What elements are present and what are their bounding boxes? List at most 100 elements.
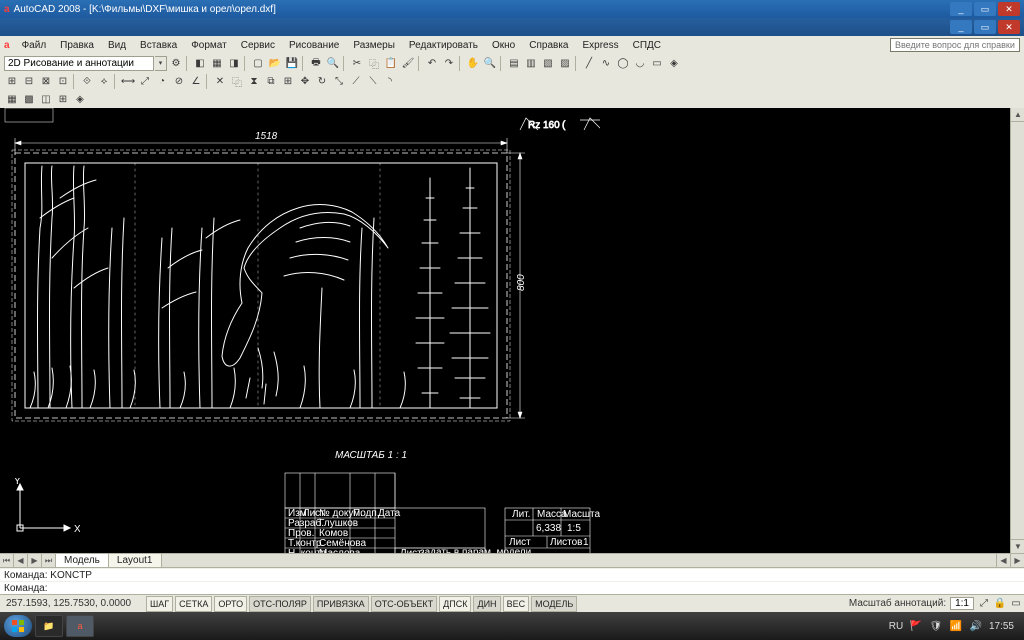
toolbar-button[interactable]: ⟐ (79, 74, 95, 89)
toolbar-button[interactable]: ▤ (506, 56, 522, 71)
menu-edit[interactable]: Правка (54, 39, 100, 52)
dim-linear-icon[interactable]: ⟷ (120, 74, 136, 89)
status-model[interactable]: МОДЕЛЬ (531, 596, 577, 612)
pan-icon[interactable]: ✋ (465, 56, 481, 71)
redo-icon[interactable]: ↷ (441, 56, 457, 71)
menu-window[interactable]: Окно (486, 39, 521, 52)
tray-flag-icon[interactable]: 🚩 (909, 619, 923, 633)
copy-obj-icon[interactable]: ⿻ (229, 74, 245, 89)
rect-icon[interactable]: ▭ (649, 56, 665, 71)
menu-help[interactable]: Справка (523, 39, 574, 52)
tray-volume-icon[interactable]: 🔊 (969, 619, 983, 633)
undo-icon[interactable]: ↶ (424, 56, 440, 71)
maximize-button[interactable]: ▭ (974, 2, 996, 16)
hscroll-left-icon[interactable]: ◀ (996, 554, 1010, 568)
toolbar-button[interactable]: ▦ (4, 92, 20, 107)
status-grid[interactable]: СЕТКА (175, 596, 212, 612)
minimize-button[interactable]: _ (950, 2, 972, 16)
menu-modify[interactable]: Редактировать (403, 39, 484, 52)
status-osnap[interactable]: ПРИВЯЗКА (313, 596, 369, 612)
cut-icon[interactable]: ✂ (349, 56, 365, 71)
toolbar-button[interactable]: ◈ (666, 56, 682, 71)
menu-view[interactable]: Вид (102, 39, 132, 52)
workspace-dropdown-arrow-icon[interactable]: ▾ (155, 56, 167, 71)
tray-shield-icon[interactable]: 🛡 (929, 619, 943, 633)
array-icon[interactable]: ⊞ (280, 74, 296, 89)
toolbar-button[interactable]: ⟡ (96, 74, 112, 89)
extend-icon[interactable]: ⟍ (365, 74, 381, 89)
mirror-icon[interactable]: ⧗ (246, 74, 262, 89)
tray-network-icon[interactable]: 📶 (949, 619, 963, 633)
line-icon[interactable]: ╱ (581, 56, 597, 71)
command-prompt[interactable]: Команда: (0, 581, 1024, 594)
offset-icon[interactable]: ⧉ (263, 74, 279, 89)
trim-icon[interactable]: ⟋ (348, 74, 364, 89)
dim-angular-icon[interactable]: ∠ (188, 74, 204, 89)
drawing-viewport[interactable]: Rz 160 ( ) 1518 800 (0, 108, 600, 553)
status-otrack[interactable]: ОТС-ОБЪЕКТ (371, 596, 437, 612)
circle-icon[interactable]: ◯ (615, 56, 631, 71)
gear-icon[interactable]: ⚙ (168, 56, 184, 71)
tray-clock[interactable]: 17:55 (989, 621, 1014, 632)
scale-icon[interactable]: ⤡ (331, 74, 347, 89)
menu-express[interactable]: Express (576, 39, 624, 52)
erase-icon[interactable]: ✕ (212, 74, 228, 89)
zoom-icon[interactable]: 🔍 (482, 56, 498, 71)
toolbar-button[interactable]: ◧ (192, 56, 208, 71)
workspace-dropdown[interactable] (4, 56, 154, 71)
toolbar-button[interactable]: ▩ (21, 92, 37, 107)
tab-prev-icon[interactable]: ◀ (14, 554, 28, 568)
tab-layout1[interactable]: Layout1 (109, 554, 162, 568)
tab-last-icon[interactable]: ⏭ (42, 554, 56, 568)
open-icon[interactable]: 📂 (267, 56, 283, 71)
mdi-restore-button[interactable]: ▭ (974, 20, 996, 34)
save-icon[interactable]: 💾 (284, 56, 300, 71)
dim-aligned-icon[interactable]: ⤢ (137, 74, 153, 89)
status-icon[interactable]: 🔒 (992, 596, 1008, 611)
mdi-close-button[interactable]: ✕ (998, 20, 1020, 34)
close-button[interactable]: ✕ (998, 2, 1020, 16)
menu-file[interactable]: Файл (16, 39, 53, 52)
match-icon[interactable]: 🖌 (400, 56, 416, 71)
plot-preview-icon[interactable]: 🔍 (325, 56, 341, 71)
tab-first-icon[interactable]: ⏮ (0, 554, 14, 568)
toolbar-button[interactable]: ▧ (540, 56, 556, 71)
mdi-minimize-button[interactable]: _ (950, 20, 972, 34)
status-ortho[interactable]: ОРТО (214, 596, 247, 612)
toolbar-button[interactable]: ▨ (557, 56, 573, 71)
dim-diameter-icon[interactable]: ⊘ (171, 74, 187, 89)
hscroll-right-icon[interactable]: ▶ (1010, 554, 1024, 568)
toolbar-button[interactable]: ▥ (523, 56, 539, 71)
help-search-input[interactable] (890, 38, 1020, 52)
menu-draw[interactable]: Рисование (283, 39, 345, 52)
command-window[interactable]: Команда: KONCTP Команда: (0, 567, 1024, 594)
toolbar-button[interactable]: ⊞ (4, 74, 20, 89)
menu-format[interactable]: Формат (185, 39, 233, 52)
status-polar[interactable]: ОТС-ПОЛЯР (249, 596, 311, 612)
tab-model[interactable]: Модель (56, 554, 109, 568)
status-dyn[interactable]: ДИН (473, 596, 500, 612)
toolbar-button[interactable]: ◨ (226, 56, 242, 71)
toolbar-button[interactable]: ◫ (38, 92, 54, 107)
paste-icon[interactable]: 📋 (383, 56, 399, 71)
toolbar-button[interactable]: ▦ (209, 56, 225, 71)
status-ducs[interactable]: ДПСК (439, 596, 471, 612)
toolbar-button[interactable]: ⊞ (55, 92, 71, 107)
polyline-icon[interactable]: ∿ (598, 56, 614, 71)
new-icon[interactable]: ▢ (250, 56, 266, 71)
status-icon[interactable]: ⤢ (976, 596, 992, 611)
toolbar-button[interactable]: ⊠ (38, 74, 54, 89)
taskbar-item[interactable]: 📁 (35, 615, 63, 637)
print-icon[interactable]: 🖶 (308, 56, 324, 71)
move-icon[interactable]: ✥ (297, 74, 313, 89)
lang-indicator[interactable]: RU (889, 619, 903, 633)
status-icon[interactable]: ▭ (1008, 596, 1024, 611)
vertical-scrollbar[interactable]: ▲ ▼ (1010, 108, 1024, 553)
menu-tools[interactable]: Сервис (235, 39, 281, 52)
start-button[interactable] (4, 615, 32, 637)
menu-dimension[interactable]: Размеры (347, 39, 401, 52)
dim-radius-icon[interactable]: ◔ (154, 74, 170, 89)
status-snap[interactable]: ШАГ (146, 596, 173, 612)
rotate-icon[interactable]: ↻ (314, 74, 330, 89)
toolbar-button[interactable]: ⊟ (21, 74, 37, 89)
